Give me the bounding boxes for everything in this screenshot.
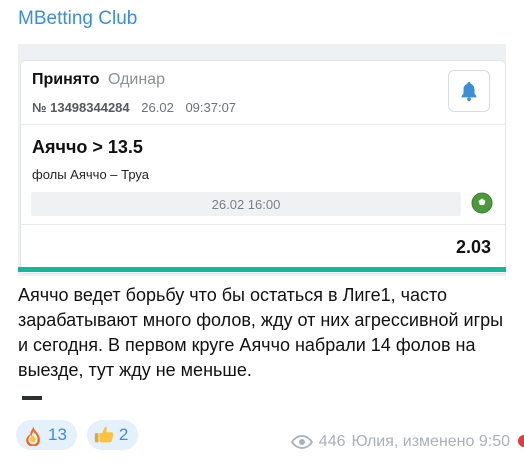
reaction-indicator — [518, 435, 524, 447]
ticket-date: 26.02 — [141, 100, 174, 115]
reaction-count: 13 — [48, 425, 67, 444]
thumbs-up-icon — [94, 426, 114, 443]
notification-button — [448, 70, 490, 112]
bet-selection: Аяччо > 13.5 — [32, 137, 143, 157]
bell-icon — [461, 81, 477, 102]
dash-mark — [22, 396, 42, 400]
author-edited: Юлия, изменено 9:50 — [351, 433, 511, 450]
reaction-count: 2 — [118, 425, 129, 444]
reaction-fire[interactable]: 13 — [16, 420, 77, 450]
fire-icon — [26, 424, 40, 446]
bet-odds: 2.03 — [455, 237, 491, 257]
ticket-line: № 13498344284 26.02 09:37:07 — [32, 100, 244, 115]
bet-market: фолы Аяччо – Труа — [32, 167, 149, 182]
card-bottom-bar — [18, 267, 506, 272]
card-divider — [21, 124, 505, 125]
football-icon — [471, 192, 493, 214]
reactions: 13 2 — [16, 420, 139, 450]
reaction-thumbs-up[interactable]: 2 — [86, 420, 139, 450]
event-datetime: 26.02 16:00 — [31, 192, 461, 216]
message-meta: 446 Юлия, изменено 9:50 — [290, 433, 511, 451]
bet-type: Одинар — [107, 71, 165, 88]
bet-status: Принято — [32, 71, 100, 88]
bet-status-line: Принято Одинар — [32, 71, 165, 89]
card-divider — [21, 224, 505, 225]
channel-name[interactable]: MBetting Club — [18, 8, 137, 30]
message-text: Аяччо ведет борьбу что бы остаться в Лиг… — [18, 285, 504, 380]
view-count: 446 — [318, 433, 346, 450]
ticket-time: 09:37:07 — [185, 100, 237, 115]
bet-card: Принято Одинар № 13498344284 26.02 09:37… — [21, 61, 505, 273]
eye-icon — [290, 435, 313, 449]
ticket-number: № 13498344284 — [32, 100, 130, 115]
